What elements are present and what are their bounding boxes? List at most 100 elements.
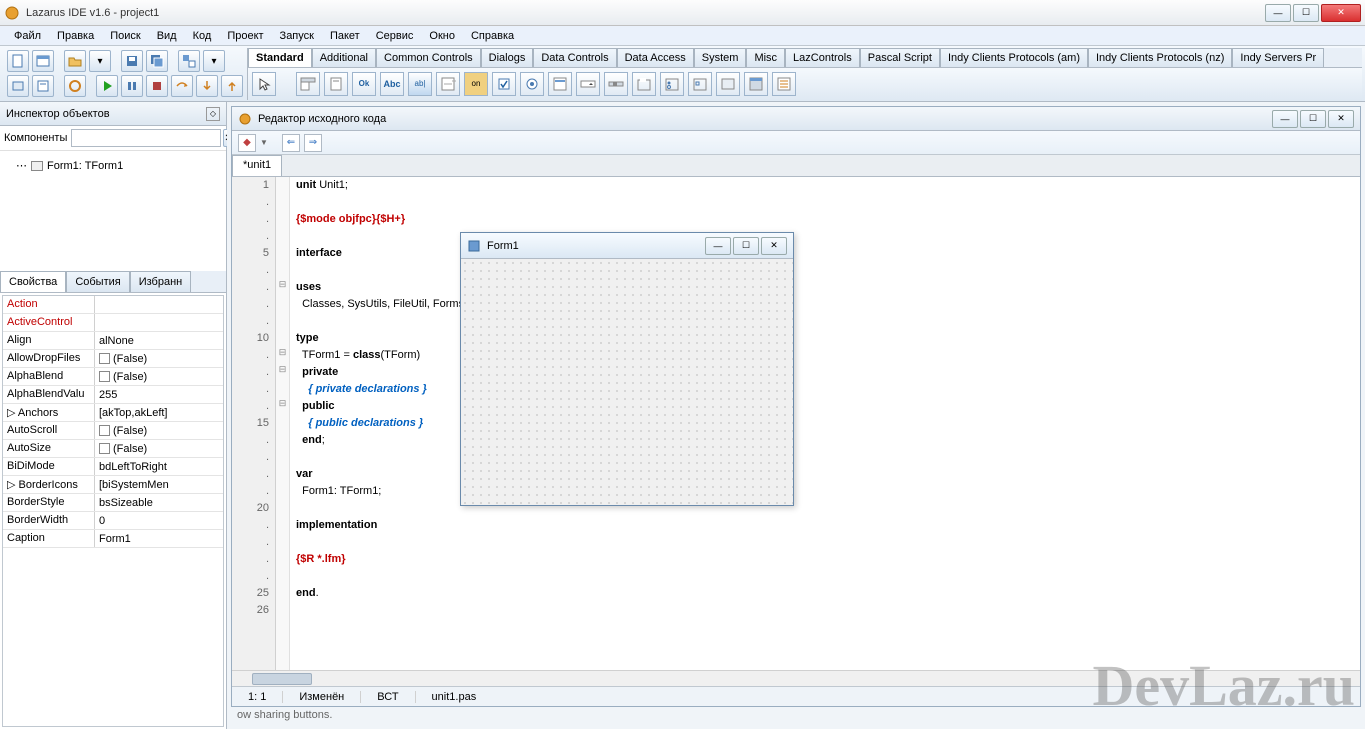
component-tab-common-controls[interactable]: Common Controls [376, 48, 481, 67]
tree-item-form1[interactable]: ⋯ Form1: TForm1 [6, 157, 220, 174]
form-close-button[interactable]: ✕ [761, 237, 787, 255]
prop-row-AutoScroll[interactable]: AutoScroll(False) [3, 422, 223, 440]
tscrollbar-component[interactable] [604, 72, 628, 96]
jump-back-button[interactable]: ◆ [238, 134, 256, 152]
tcheckgroup-component[interactable] [688, 72, 712, 96]
code-area[interactable]: 1...5....10....15....20....2526 ⊟⊟⊟⊟ uni… [232, 177, 1360, 670]
property-grid[interactable]: ActionActiveControlAlignalNoneAllowDropF… [2, 295, 224, 727]
menu-Вид[interactable]: Вид [149, 28, 185, 44]
close-button[interactable]: ✕ [1321, 4, 1361, 22]
editor-maximize-button[interactable]: ☐ [1300, 110, 1326, 128]
form-designer[interactable]: Form1 — ☐ ✕ [460, 232, 794, 506]
menu-Поиск[interactable]: Поиск [102, 28, 148, 44]
prop-row-BiDiMode[interactable]: BiDiModebdLeftToRight [3, 458, 223, 476]
nav-back-button[interactable]: ⇐ [282, 134, 300, 152]
menu-Сервис[interactable]: Сервис [368, 28, 422, 44]
component-tab-indy-clients-protocols-(am)[interactable]: Indy Clients Protocols (am) [940, 48, 1088, 67]
stop-button[interactable] [146, 75, 168, 97]
prop-row-ActiveControl[interactable]: ActiveControl [3, 314, 223, 332]
selection-tool[interactable] [252, 72, 276, 96]
maximize-button[interactable]: ☐ [1293, 4, 1319, 22]
prop-row-AllowDropFiles[interactable]: AllowDropFiles(False) [3, 350, 223, 368]
code-text[interactable]: unit Unit1; {$mode objfpc}{$H+} interfac… [290, 177, 1360, 670]
build-modes-button[interactable] [64, 75, 86, 97]
tlistbox-component[interactable] [548, 72, 572, 96]
tmainmenu-component[interactable] [296, 72, 320, 96]
tradiobutton-component[interactable] [520, 72, 544, 96]
menu-Код[interactable]: Код [185, 28, 220, 44]
prop-row-Action[interactable]: Action [3, 296, 223, 314]
new-form-button[interactable] [32, 50, 54, 72]
editor-minimize-button[interactable]: — [1272, 110, 1298, 128]
open-button[interactable] [64, 50, 86, 72]
ttogglebox-component[interactable]: on [464, 72, 488, 96]
prop-row-Caption[interactable]: CaptionForm1 [3, 530, 223, 548]
form-design-surface[interactable] [461, 259, 793, 505]
view-units2-button[interactable] [32, 75, 54, 97]
tpanel-component[interactable] [716, 72, 740, 96]
tpopupmenu-component[interactable] [324, 72, 348, 96]
editor-close-button[interactable]: ✕ [1328, 110, 1354, 128]
menu-Справка[interactable]: Справка [463, 28, 522, 44]
fold-gutter[interactable]: ⊟⊟⊟⊟ [276, 177, 290, 670]
nav-forward-button[interactable]: ⇒ [304, 134, 322, 152]
view-forms-button[interactable] [7, 75, 29, 97]
prop-row-AutoSize[interactable]: AutoSize(False) [3, 440, 223, 458]
form-designer-titlebar[interactable]: Form1 — ☐ ✕ [461, 233, 793, 259]
component-tab-standard[interactable]: Standard [248, 48, 312, 67]
component-tree[interactable]: ⋯ Form1: TForm1 [0, 151, 226, 271]
prop-row-BorderStyle[interactable]: BorderStylebsSizeable [3, 494, 223, 512]
new-unit-button[interactable] [7, 50, 29, 72]
scrollbar-thumb[interactable] [252, 673, 312, 685]
tgroupbox-component[interactable] [632, 72, 656, 96]
view-units-button[interactable]: ▾ [203, 50, 225, 72]
menu-Окно[interactable]: Окно [421, 28, 463, 44]
component-tab-additional[interactable]: Additional [312, 48, 376, 67]
form-minimize-button[interactable]: — [705, 237, 731, 255]
component-tab-pascal-script[interactable]: Pascal Script [860, 48, 940, 67]
open-recent-button[interactable]: ▾ [89, 50, 111, 72]
prop-row-AlphaBlend[interactable]: AlphaBlend(False) [3, 368, 223, 386]
component-tab-indy-clients-protocols-(nz)[interactable]: Indy Clients Protocols (nz) [1088, 48, 1232, 67]
form-maximize-button[interactable]: ☐ [733, 237, 759, 255]
tedit-component[interactable]: ab| [408, 72, 432, 96]
dropdown-icon[interactable]: ▼ [260, 138, 268, 147]
tlabel-component[interactable]: Abc [380, 72, 404, 96]
minimize-button[interactable]: — [1265, 4, 1291, 22]
prop-row-BorderIcons[interactable]: ▷ BorderIcons[biSystemMen [3, 476, 223, 494]
tmemo-component[interactable] [436, 72, 460, 96]
save-button[interactable] [121, 50, 143, 72]
prop-row-Align[interactable]: AlignalNone [3, 332, 223, 350]
save-all-button[interactable] [146, 50, 168, 72]
component-tab-misc[interactable]: Misc [746, 48, 785, 67]
step-into-button[interactable] [196, 75, 218, 97]
tradiogroup-component[interactable] [660, 72, 684, 96]
component-tab-system[interactable]: System [694, 48, 747, 67]
run-button[interactable] [96, 75, 118, 97]
tframe-component[interactable] [744, 72, 768, 96]
pin-icon[interactable]: ◇ [206, 107, 220, 121]
tbutton-component[interactable]: Ok [352, 72, 376, 96]
component-filter-input[interactable] [71, 129, 221, 147]
menu-Файл[interactable]: Файл [6, 28, 49, 44]
component-tab-data-access[interactable]: Data Access [617, 48, 694, 67]
menu-Пакет[interactable]: Пакет [322, 28, 368, 44]
component-tab-indy-servers-pr[interactable]: Indy Servers Pr [1232, 48, 1324, 67]
prop-row-AlphaBlendValu[interactable]: AlphaBlendValu255 [3, 386, 223, 404]
prop-row-BorderWidth[interactable]: BorderWidth0 [3, 512, 223, 530]
toggle-form-unit-button[interactable] [178, 50, 200, 72]
prop-row-Anchors[interactable]: ▷ Anchors[akTop,akLeft] [3, 404, 223, 422]
menu-Запуск[interactable]: Запуск [272, 28, 322, 44]
menu-Проект[interactable]: Проект [219, 28, 271, 44]
horizontal-scrollbar[interactable] [232, 670, 1360, 686]
tcombobox-component[interactable] [576, 72, 600, 96]
component-tab-lazcontrols[interactable]: LazControls [785, 48, 860, 67]
tcheckbox-component[interactable] [492, 72, 516, 96]
step-over-button[interactable] [171, 75, 193, 97]
menu-Правка[interactable]: Правка [49, 28, 102, 44]
component-tab-dialogs[interactable]: Dialogs [481, 48, 534, 67]
prop-tab-0[interactable]: Свойства [0, 271, 66, 292]
step-out-button[interactable] [221, 75, 243, 97]
file-tab-unit1[interactable]: *unit1 [232, 155, 282, 176]
tactionlist-component[interactable] [772, 72, 796, 96]
